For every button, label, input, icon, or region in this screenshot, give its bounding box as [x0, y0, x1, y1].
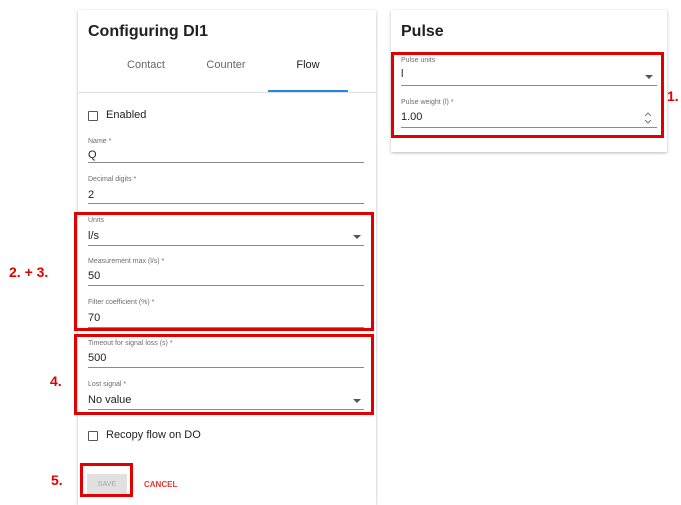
number-spinner-icon[interactable] [644, 112, 652, 124]
timeout-label: Timeout for signal loss (s) * [88, 340, 173, 347]
tabs-divider [78, 92, 376, 93]
chevron-down-icon[interactable] [645, 75, 653, 79]
annotation-step-2-3: 2. + 3. [9, 264, 49, 280]
pulse-weight-label: Pulse weight (l) * [401, 99, 454, 106]
cancel-button[interactable]: CANCEL [144, 480, 177, 489]
units-label: Units [88, 217, 104, 224]
annotation-step-4: 4. [50, 373, 62, 389]
decimal-digits-underline [88, 203, 364, 204]
measurement-max-underline [88, 285, 364, 286]
panel-title: Configuring DI1 [88, 23, 208, 40]
timeout-value: 500 [88, 352, 107, 364]
tab-contact[interactable]: Contact [106, 59, 186, 71]
measurement-max-value: 50 [88, 270, 101, 282]
lost-signal-label: Lost signal * [88, 381, 127, 388]
pulse-title: Pulse [401, 23, 444, 40]
enabled-checkbox[interactable] [88, 111, 98, 121]
tab-flow[interactable]: Flow [268, 59, 348, 71]
units-underline [88, 245, 364, 246]
active-tab-indicator [268, 90, 348, 92]
timeout-underline [88, 367, 364, 368]
chevron-down-icon[interactable] [353, 399, 361, 403]
recopy-flow-label: Recopy flow on DO [106, 429, 201, 441]
annotation-step-1: 1. [667, 88, 679, 104]
name-field-label: Name * [88, 138, 112, 145]
enabled-label: Enabled [106, 109, 147, 121]
filter-coefficient-label: Filter coefficient (%) * [88, 299, 155, 306]
pulse-units-value: l [401, 68, 404, 80]
pulse-units-label: Pulse units [401, 57, 436, 64]
filter-coefficient-value: 70 [88, 312, 101, 324]
decimal-digits-label: Decimal digits * [88, 176, 137, 183]
measurement-max-label: Measurement max (l/s) * [88, 258, 165, 265]
lost-signal-underline [88, 409, 364, 410]
decimal-digits-value: 2 [88, 189, 95, 201]
tab-counter[interactable]: Counter [186, 59, 266, 71]
recopy-flow-checkbox[interactable] [88, 431, 98, 441]
name-field-underline [88, 162, 364, 163]
pulse-weight-underline [401, 127, 657, 128]
pulse-units-underline [401, 85, 657, 86]
save-button[interactable]: SAVE [87, 474, 127, 495]
annotation-step-5: 5. [51, 472, 63, 488]
lost-signal-value: No value [88, 394, 132, 406]
pulse-weight-value: 1.00 [401, 111, 423, 123]
units-value: l/s [88, 230, 99, 242]
filter-coefficient-underline [88, 327, 364, 328]
chevron-down-icon[interactable] [353, 235, 361, 239]
name-field-value: Q [88, 149, 97, 161]
